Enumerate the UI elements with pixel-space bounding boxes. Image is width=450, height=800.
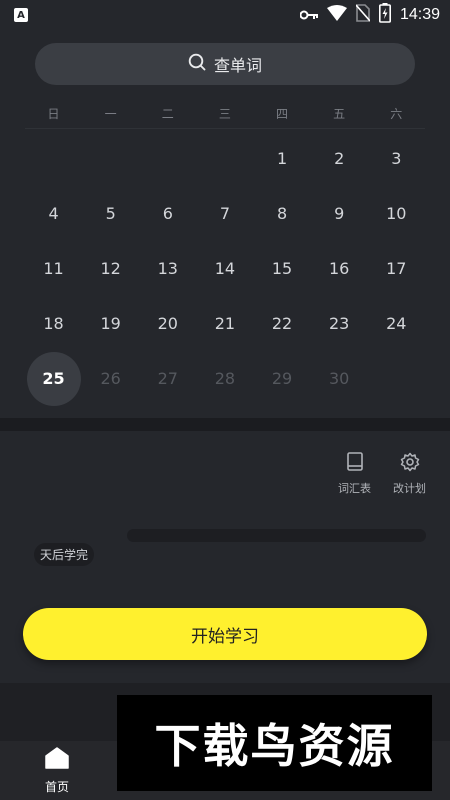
calendar-day-number: 23 — [329, 314, 350, 333]
search-label: 查单词 — [213, 56, 262, 75]
calendar-day-number: 28 — [214, 369, 236, 388]
calendar-day-number: 18 — [43, 314, 64, 333]
calendar-day[interactable]: 27 — [139, 351, 196, 406]
calendar-day-number: 21 — [214, 314, 236, 333]
calendar-day[interactable]: 30 — [311, 351, 368, 406]
vocab-list-button[interactable]: 词汇表 — [338, 452, 371, 496]
start-learning-button[interactable]: 开始学习 — [23, 608, 427, 660]
book-icon — [346, 452, 364, 475]
weekday-label: 五 — [333, 107, 346, 121]
calendar-day-number: 3 — [391, 149, 402, 168]
calendar-day[interactable]: 3 — [368, 131, 425, 186]
calendar-day[interactable]: 18 — [25, 296, 82, 351]
calendar-day[interactable]: 19 — [82, 296, 139, 351]
calendar-day[interactable]: 17 — [368, 241, 425, 296]
study-progress-bar — [127, 529, 426, 542]
calendar-day[interactable]: 1 — [254, 131, 311, 186]
calendar-day-number: 11 — [43, 259, 64, 278]
home-icon — [45, 746, 69, 772]
weekday-label: 日 — [47, 107, 60, 121]
calendar-blank — [25, 131, 82, 186]
calendar-day-today[interactable]: 25 — [25, 351, 82, 406]
wifi-icon — [326, 5, 347, 25]
calendar-day[interactable]: 29 — [254, 351, 311, 406]
calendar-blank — [196, 131, 253, 186]
calendar-day-number: 12 — [100, 259, 121, 278]
calendar-day[interactable]: 10 — [368, 186, 425, 241]
key-icon — [299, 6, 318, 25]
calendar-day[interactable]: 16 — [311, 241, 368, 296]
calendar-day-number: 26 — [100, 369, 121, 388]
days-left-badge: 天后学完 — [34, 543, 95, 566]
no-sim-icon — [355, 4, 371, 26]
calendar-day[interactable]: 24 — [368, 296, 425, 351]
calendar-day-number: 2 — [334, 149, 345, 168]
calendar-day[interactable]: 11 — [25, 241, 82, 296]
change-plan-button[interactable]: 改计划 — [393, 452, 426, 496]
calendar-day-number: 6 — [162, 204, 173, 223]
battery-charging-icon — [378, 3, 391, 27]
calendar-day-number: 27 — [157, 369, 178, 388]
calendar-day-number: 9 — [334, 204, 345, 223]
gear-icon — [400, 452, 420, 475]
calendar-day-number: 13 — [157, 259, 178, 278]
calendar-day-number: 8 — [276, 204, 288, 223]
calendar-day-number: 4 — [48, 204, 59, 223]
calendar-day-number: 17 — [386, 259, 407, 278]
calendar-day-number: 22 — [271, 314, 293, 333]
calendar-day[interactable]: 12 — [82, 241, 139, 296]
calendar-day[interactable]: 13 — [139, 241, 196, 296]
tab-home[interactable]: 首页 — [24, 741, 90, 800]
calendar-day-number: 7 — [219, 204, 231, 223]
status-bar: A 14:39 — [0, 0, 450, 30]
calendar-day[interactable]: 8 — [254, 186, 311, 241]
section-divider — [0, 418, 450, 431]
weekday-header: 日一二三四五六 — [25, 100, 425, 129]
calendar-day-number: 15 — [271, 259, 293, 278]
calendar-day-number: 19 — [100, 314, 121, 333]
calendar-day[interactable]: 5 — [82, 186, 139, 241]
calendar-day[interactable]: 28 — [196, 351, 253, 406]
calendar-day[interactable]: 23 — [311, 296, 368, 351]
app-notification-icon: A — [14, 8, 28, 22]
calendar-day[interactable]: 6 — [139, 186, 196, 241]
change-plan-label: 改计划 — [393, 482, 426, 495]
calendar-day-number: 25 — [26, 351, 81, 406]
calendar-day-number: 30 — [329, 369, 350, 388]
calendar-day-number: 16 — [329, 259, 350, 278]
calendar-grid: 1 2 3 4 5 6 7 8 9 10 11 12 13 14 15 16 17 18 19 20 21 22 23 24 2… — [25, 131, 425, 406]
calendar-day[interactable]: 20 — [139, 296, 196, 351]
weekday-label: 一 — [104, 107, 117, 121]
weekday-label: 六 — [390, 107, 403, 121]
calendar-day-number: 24 — [386, 314, 407, 333]
calendar-day-number: 1 — [276, 149, 288, 168]
calendar-day[interactable]: 15 — [254, 241, 311, 296]
calendar-blank — [139, 131, 196, 186]
watermark-overlay: 下载鸟资源 — [117, 695, 432, 791]
calendar-day-number: 14 — [214, 259, 236, 278]
calendar-day[interactable]: 21 — [196, 296, 253, 351]
weekday-label: 三 — [218, 107, 231, 121]
calendar-day-number: 5 — [105, 204, 116, 223]
calendar-day[interactable]: 4 — [25, 186, 82, 241]
vocab-list-label: 词汇表 — [338, 482, 371, 495]
calendar-day-number: 29 — [271, 369, 293, 388]
calendar-day[interactable]: 7 — [196, 186, 253, 241]
weekday-label: 二 — [161, 107, 174, 121]
calendar-day-number: 20 — [157, 314, 178, 333]
calendar-day[interactable]: 2 — [311, 131, 368, 186]
weekday-label: 四 — [276, 107, 289, 121]
calendar-day[interactable]: 22 — [254, 296, 311, 351]
calendar-blank — [82, 131, 139, 186]
calendar-day[interactable]: 9 — [311, 186, 368, 241]
calendar-day-number: 10 — [386, 204, 407, 223]
search-bar[interactable]: 查单词 — [35, 43, 415, 85]
tab-home-label: 首页 — [44, 779, 69, 794]
search-icon — [188, 53, 206, 75]
calendar-day[interactable]: 14 — [196, 241, 253, 296]
calendar-day[interactable]: 26 — [82, 351, 139, 406]
status-time: 14:39 — [399, 6, 440, 23]
